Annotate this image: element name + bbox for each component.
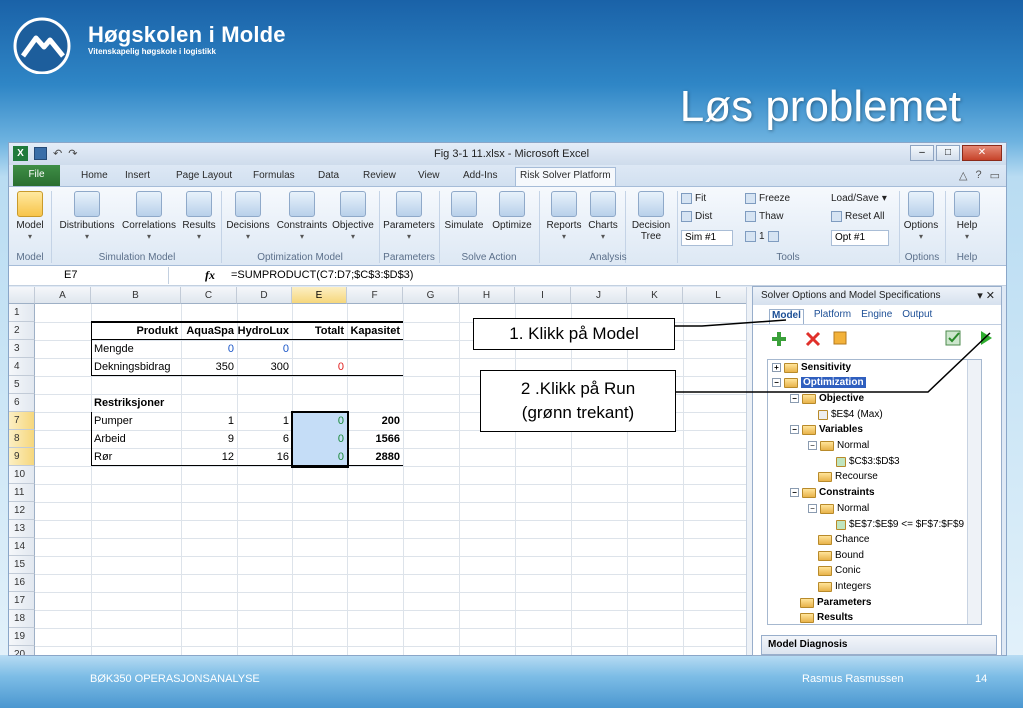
footer-course: BØK350 OPERASJONSANALYSE bbox=[90, 673, 260, 685]
footer-page-number: 14 bbox=[975, 673, 988, 685]
footer-author: Rasmus Rasmussen bbox=[802, 673, 904, 685]
callout-arrows bbox=[675, 319, 991, 393]
